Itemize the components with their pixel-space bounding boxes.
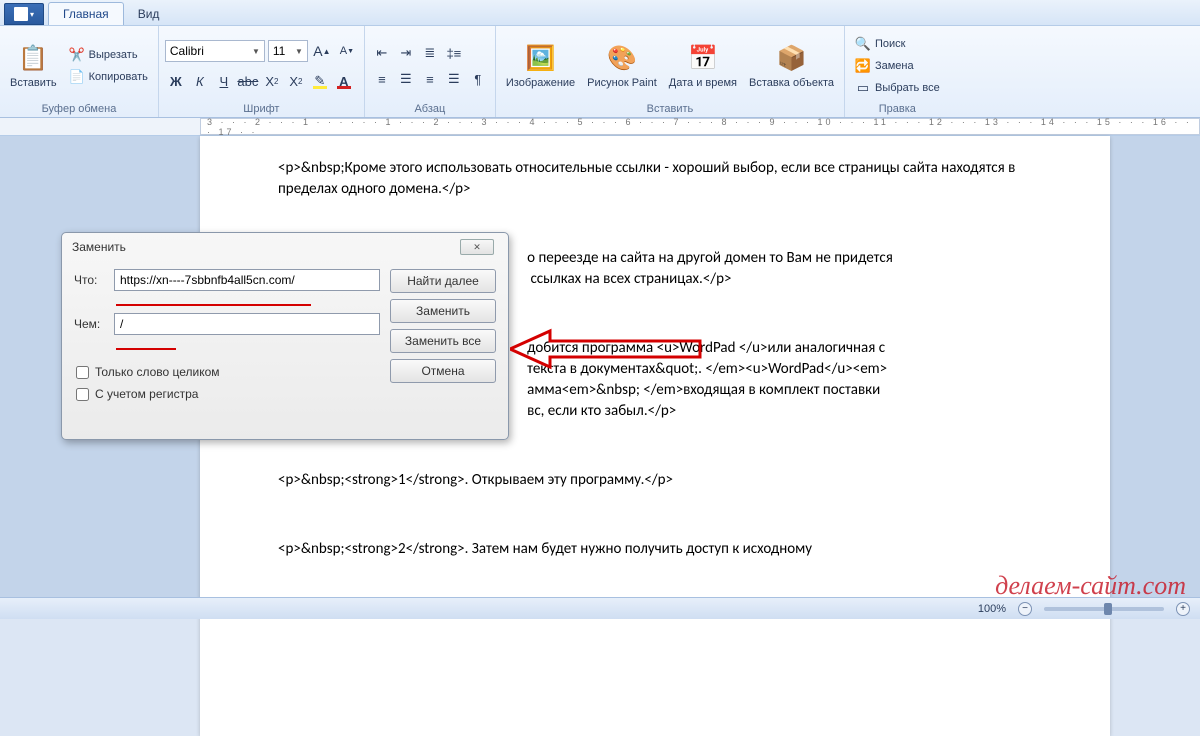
group-title-editing: Правка xyxy=(851,103,944,116)
align-right-button[interactable]: ≡ xyxy=(419,68,441,90)
cancel-button[interactable]: Отмена xyxy=(390,359,496,383)
cut-button[interactable]: ✂️ Вырезать xyxy=(65,45,152,65)
copy-icon: 📄 xyxy=(69,69,85,85)
watermark: делаем-сайт.com xyxy=(995,571,1186,601)
italic-button[interactable]: К xyxy=(189,70,211,92)
app-menu-button[interactable] xyxy=(4,3,44,25)
doc-line: <p>&nbsp;<strong>2</strong>. Затем нам б… xyxy=(278,539,1032,560)
find-what-label: Что: xyxy=(74,273,106,287)
grow-font-button[interactable]: A▲ xyxy=(311,40,333,62)
underline-button[interactable]: Ч xyxy=(213,70,235,92)
group-editing: 🔍 Поиск 🔁 Замена ▭ Выбрать все Правка xyxy=(845,26,950,117)
group-paragraph: ⇤ ⇥ ≣ ‡≡ ≡ ☰ ≡ ☰ ¶ Абзац xyxy=(365,26,496,117)
justify-button[interactable]: ☰ xyxy=(443,68,465,90)
dialog-close-button[interactable]: ✕ xyxy=(460,239,494,255)
whole-word-label: Только слово целиком xyxy=(95,365,220,379)
whole-word-checkbox[interactable]: Только слово целиком xyxy=(76,365,380,379)
font-size-value: 11 xyxy=(273,44,285,58)
find-next-button[interactable]: Найти далее xyxy=(390,269,496,293)
replace-one-button[interactable]: Заменить xyxy=(390,299,496,323)
insert-datetime-label: Дата и время xyxy=(669,77,737,89)
replace-dialog: Заменить ✕ Что: Чем: Только слово целико… xyxy=(61,232,509,440)
copy-button[interactable]: 📄 Копировать xyxy=(65,67,152,87)
paint-icon: 🎨 xyxy=(606,43,638,75)
cut-label: Вырезать xyxy=(89,49,138,61)
select-all-label: Выбрать все xyxy=(875,82,940,94)
select-all-icon: ▭ xyxy=(855,80,871,96)
insert-image-label: Изображение xyxy=(506,77,575,89)
paragraph-dialog-button[interactable]: ¶ xyxy=(467,68,489,90)
find-label: Поиск xyxy=(875,38,905,50)
insert-image-button[interactable]: 🖼️ Изображение xyxy=(502,29,579,103)
close-icon: ✕ xyxy=(473,242,481,253)
bullets-button[interactable]: ≣ xyxy=(419,42,441,64)
insert-paint-label: Рисунок Paint xyxy=(587,77,657,89)
shrink-font-button[interactable]: A▼ xyxy=(336,40,358,62)
decrease-indent-button[interactable]: ⇤ xyxy=(371,42,393,64)
align-center-button[interactable]: ☰ xyxy=(395,68,417,90)
group-clipboard: 📋 Вставить ✂️ Вырезать 📄 Копировать Буфер … xyxy=(0,26,159,117)
paste-icon: 📋 xyxy=(17,43,49,75)
tab-home[interactable]: Главная xyxy=(48,2,124,25)
ribbon: 📋 Вставить ✂️ Вырезать 📄 Копировать Буфер … xyxy=(0,26,1200,118)
superscript-button[interactable]: X2 xyxy=(285,70,307,92)
replace-with-label: Чем: xyxy=(74,317,106,331)
group-font: Calibri▼ 11▼ A▲ A▼ Ж К Ч abc X2 X2 ✎ A Ш… xyxy=(159,26,365,117)
zoom-slider[interactable] xyxy=(1044,607,1164,611)
calendar-icon: 📅 xyxy=(687,43,719,75)
replace-icon: 🔁 xyxy=(855,58,871,74)
font-family-value: Calibri xyxy=(170,44,204,58)
doc-line: <p>&nbsp;Кроме этого использовать относи… xyxy=(278,158,1032,200)
image-icon: 🖼️ xyxy=(525,43,557,75)
paste-label: Вставить xyxy=(10,77,57,89)
group-title-font: Шрифт xyxy=(165,103,358,116)
replace-button[interactable]: 🔁 Замена xyxy=(851,56,944,76)
dialog-titlebar: Заменить ✕ xyxy=(62,233,508,261)
find-button[interactable]: 🔍 Поиск xyxy=(851,34,944,54)
title-bar: Главная Вид xyxy=(0,0,1200,26)
group-title-clipboard: Буфер обмена xyxy=(6,103,152,116)
insert-object-label: Вставка объекта xyxy=(749,77,834,89)
copy-label: Копировать xyxy=(89,71,148,83)
replace-label: Замена xyxy=(875,60,914,72)
group-title-insert: Вставить xyxy=(502,103,838,116)
insert-paint-button[interactable]: 🎨 Рисунок Paint xyxy=(583,29,661,103)
replace-all-button[interactable]: Заменить все xyxy=(390,329,496,353)
find-what-input[interactable] xyxy=(114,269,380,291)
highlight-button[interactable]: ✎ xyxy=(309,70,331,92)
subscript-button[interactable]: X2 xyxy=(261,70,283,92)
select-all-button[interactable]: ▭ Выбрать все xyxy=(851,78,944,98)
group-title-paragraph: Абзац xyxy=(371,103,489,116)
line-spacing-button[interactable]: ‡≡ xyxy=(443,42,465,64)
group-insert: 🖼️ Изображение 🎨 Рисунок Paint 📅 Дата и вре… xyxy=(496,26,845,117)
font-color-button[interactable]: A xyxy=(333,70,355,92)
tab-view[interactable]: Вид xyxy=(124,3,174,25)
strike-button[interactable]: abc xyxy=(237,70,259,92)
scissors-icon: ✂️ xyxy=(69,47,85,63)
font-family-combo[interactable]: Calibri▼ xyxy=(165,40,265,62)
zoom-in-button[interactable]: + xyxy=(1176,602,1190,616)
document-icon xyxy=(14,7,28,21)
doc-line: <p>&nbsp;<strong>1</strong>. Открываем э… xyxy=(278,470,1032,491)
replace-with-input[interactable] xyxy=(114,313,380,335)
dialog-title-text: Заменить xyxy=(72,240,126,254)
bold-button[interactable]: Ж xyxy=(165,70,187,92)
zoom-out-button[interactable]: − xyxy=(1018,602,1032,616)
match-case-checkbox[interactable]: С учетом регистра xyxy=(76,387,380,401)
zoom-level: 100% xyxy=(978,603,1006,615)
search-icon: 🔍 xyxy=(855,36,871,52)
align-left-button[interactable]: ≡ xyxy=(371,68,393,90)
ruler: 3 · · · 2 · · · 1 · · · · · · 1 · · · 2 … xyxy=(0,118,1200,136)
increase-indent-button[interactable]: ⇥ xyxy=(395,42,417,64)
object-icon: 📦 xyxy=(776,43,808,75)
paste-button[interactable]: 📋 Вставить xyxy=(6,29,61,103)
ruler-marks: 3 · · · 2 · · · 1 · · · · · · 1 · · · 2 … xyxy=(201,118,1199,136)
insert-object-button[interactable]: 📦 Вставка объекта xyxy=(745,29,838,103)
font-size-combo[interactable]: 11▼ xyxy=(268,40,308,62)
match-case-label: С учетом регистра xyxy=(95,387,198,401)
insert-datetime-button[interactable]: 📅 Дата и время xyxy=(665,29,741,103)
